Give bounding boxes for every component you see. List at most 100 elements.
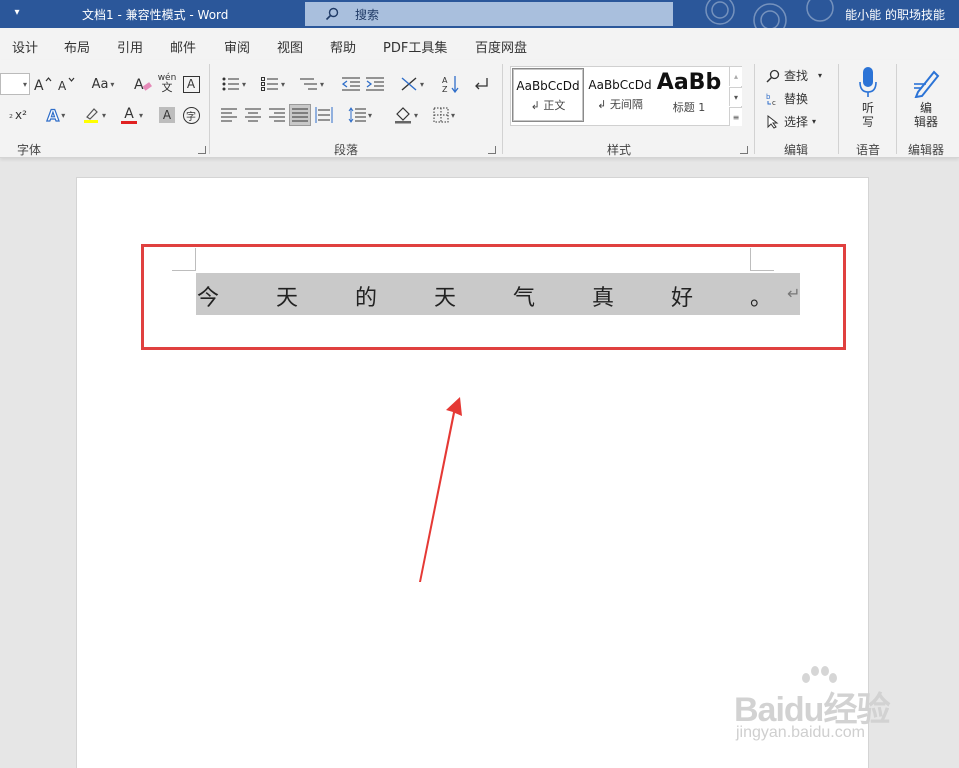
multilevel-list-button[interactable]: ▾ (296, 73, 328, 95)
phonetic-guide-button[interactable]: wén 文 (156, 72, 178, 94)
chevron-down-icon: ▾ (280, 79, 285, 89)
font-size-dropdown[interactable]: ▾ (0, 73, 30, 95)
distributed-icon (315, 107, 333, 123)
text-effects-button[interactable]: A ▾ (40, 104, 72, 126)
group-label-styles: 样式 (607, 143, 632, 157)
document-title: 文档1 - 兼容性模式 - Word (82, 8, 229, 22)
superscript-button[interactable]: x² (10, 104, 32, 126)
quick-access-dropdown-icon[interactable]: ▾ (10, 6, 24, 20)
svg-text:A: A (58, 79, 67, 92)
character-shading-button[interactable]: A (156, 104, 178, 126)
highlight-color-button[interactable]: ▾ (78, 104, 110, 126)
search-icon (325, 7, 339, 21)
style-normal[interactable]: AaBbCcDd ↲ 正文 (512, 68, 584, 122)
account-name[interactable]: 能小能 的职场技能 (845, 6, 945, 23)
tab-design[interactable]: 设计 (12, 37, 38, 56)
svg-text:A: A (34, 78, 44, 92)
chevron-down-icon: ▾ (22, 79, 27, 89)
character-border-button[interactable]: A (180, 73, 202, 95)
style-preview: AaBbCcDd (516, 79, 580, 93)
replace-icon: bc (766, 93, 776, 106)
font-color-button[interactable]: A ▾ (116, 104, 148, 126)
paint-bucket-icon (394, 107, 411, 124)
clear-formatting-icon: A (134, 77, 152, 93)
chinese-layout-icon (401, 77, 417, 91)
group-label-font: 字体 (17, 143, 42, 157)
sort-button[interactable]: AZ (440, 73, 462, 95)
style-heading-1[interactable]: AaBb 标题 1 (656, 68, 722, 122)
decrease-indent-icon (342, 77, 360, 91)
search-box[interactable]: 搜索 (305, 2, 673, 26)
justify-icon (292, 108, 308, 122)
show-marks-button[interactable] (470, 73, 492, 95)
replace-button[interactable]: bc 替换 (766, 90, 808, 107)
tab-references[interactable]: 引用 (117, 37, 143, 56)
font-dialog-launcher-icon[interactable] (198, 146, 206, 154)
distributed-button[interactable] (313, 104, 335, 126)
paragraph-dialog-launcher-icon[interactable] (488, 146, 496, 154)
increase-indent-button[interactable] (364, 73, 386, 95)
line-spacing-button[interactable]: ▾ (344, 104, 376, 126)
character-border-label: A (182, 75, 200, 93)
line-spacing-icon (348, 107, 366, 123)
chevron-down-icon: ▾ (241, 79, 246, 89)
style-preview: AaBb (656, 70, 722, 95)
tab-layout[interactable]: 布局 (64, 37, 90, 56)
style-name: ↲ 无间隔 (597, 98, 643, 111)
editor-label-1: 编 (919, 101, 932, 115)
chinese-layout-button[interactable]: ▾ (396, 73, 428, 95)
align-right-button[interactable] (266, 104, 288, 126)
change-case-button[interactable]: Aa ▾ (88, 73, 118, 95)
chevron-down-icon: ▾ (110, 79, 115, 89)
styles-more-icon[interactable]: ≡ (729, 107, 742, 126)
chevron-down-icon: ▾ (450, 110, 455, 120)
group-separator (754, 64, 755, 154)
dictate-label-1: 听 (861, 101, 874, 115)
decrease-indent-button[interactable] (340, 73, 362, 95)
tab-baidu-netdisk[interactable]: 百度网盘 (475, 37, 527, 56)
grow-font-icon: A (34, 77, 52, 92)
chevron-down-icon: ▾ (419, 79, 424, 89)
select-button[interactable]: 选择 ▾ (766, 113, 816, 130)
tab-pdf-tools[interactable]: PDF工具集 (383, 37, 447, 56)
tab-mailings[interactable]: 邮件 (170, 37, 196, 56)
sort-icon: AZ (442, 76, 459, 93)
styles-scroll-up-icon[interactable]: ▴ (729, 67, 742, 86)
paragraph-mark-icon (475, 78, 488, 90)
shading-button[interactable]: ▾ (390, 104, 422, 126)
align-left-button[interactable] (218, 104, 240, 126)
find-label: 查找 (784, 69, 809, 83)
chevron-down-icon: ▾ (812, 117, 817, 126)
phonetic-guide-bottom: 文 (161, 81, 173, 94)
styles-scroll-down-icon[interactable]: ▾ (729, 87, 742, 106)
dictate-button[interactable]: 听 写 (852, 66, 884, 129)
tab-help[interactable]: 帮助 (330, 37, 356, 56)
align-center-button[interactable] (242, 104, 264, 126)
clear-formatting-button[interactable]: A (132, 73, 154, 95)
svg-text:Z: Z (442, 85, 448, 93)
group-separator (209, 64, 210, 154)
styles-dialog-launcher-icon[interactable] (740, 146, 748, 154)
cursor-arrow-icon (767, 114, 779, 129)
grow-font-button[interactable]: A (32, 73, 54, 95)
style-name: 标题 1 (672, 101, 706, 114)
borders-button[interactable]: ▾ (428, 104, 460, 126)
editor-button[interactable]: 编 辑器 (906, 66, 946, 129)
borders-icon (433, 107, 449, 123)
search-placeholder: 搜索 (355, 8, 380, 22)
numbering-button[interactable]: ▾ (257, 73, 289, 95)
style-no-spacing[interactable]: AaBbCcDd ↲ 无间隔 (584, 68, 656, 122)
shrink-font-button[interactable]: A (56, 73, 78, 95)
chevron-down-icon: ▾ (818, 71, 823, 80)
enclose-characters-button[interactable]: 字 (180, 104, 202, 126)
font-color-letter: A (124, 105, 134, 122)
title-bar: ▾ 文档1 - 兼容性模式 - Word 搜索 能小能 的职场技能 (0, 0, 959, 28)
group-separator (838, 64, 839, 154)
svg-text:A: A (442, 76, 448, 85)
editor-label-2: 辑器 (913, 115, 938, 129)
tab-review[interactable]: 审阅 (224, 37, 250, 56)
find-button[interactable]: 查找 ▾ (766, 67, 822, 84)
justify-button[interactable] (289, 104, 311, 126)
tab-view[interactable]: 视图 (277, 37, 303, 56)
bullets-button[interactable]: ▾ (218, 73, 250, 95)
